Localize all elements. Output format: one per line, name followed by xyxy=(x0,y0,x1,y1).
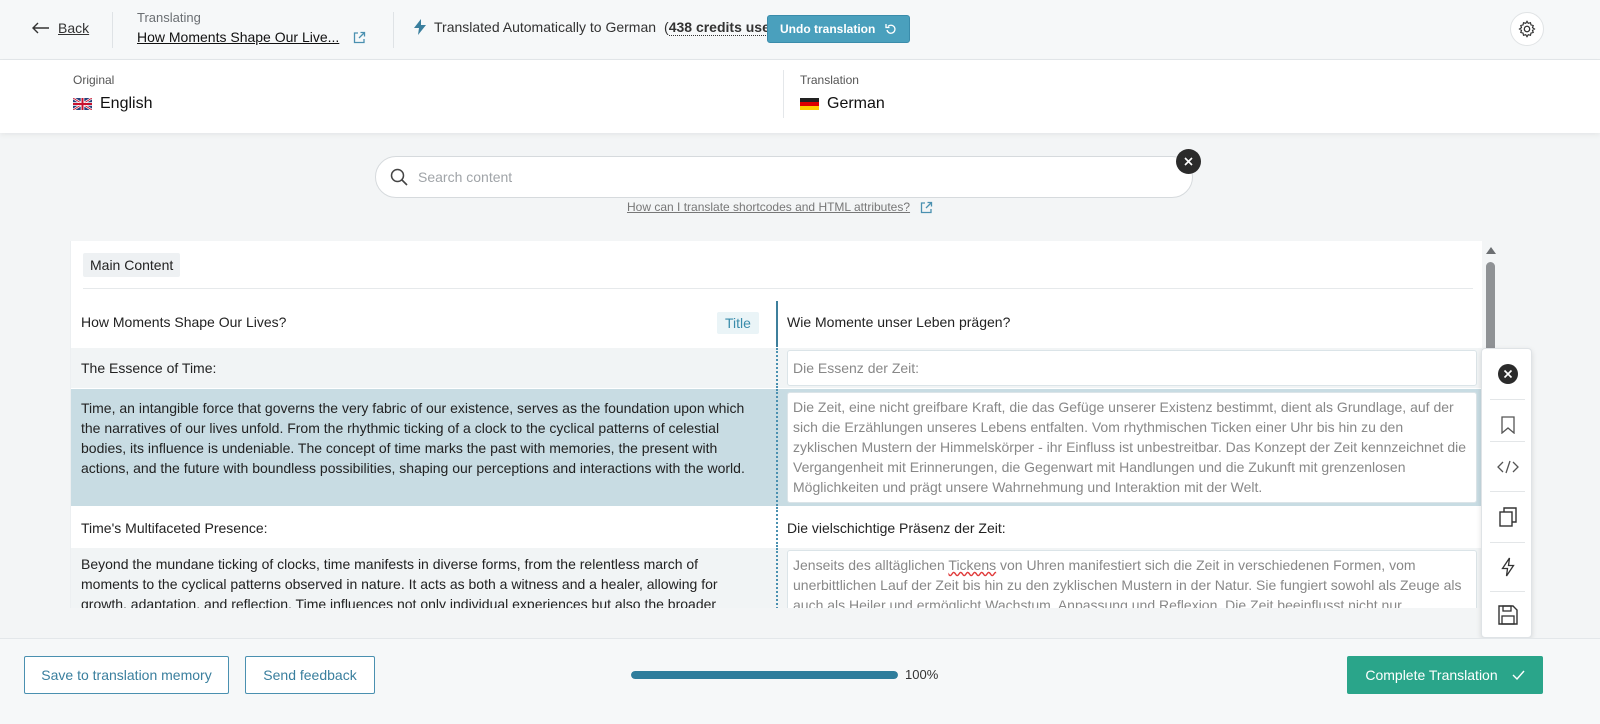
settings-button[interactable] xyxy=(1510,12,1544,46)
source-text: Beyond the mundane ticking of clocks, ti… xyxy=(81,556,718,608)
spelling-error: Tickens xyxy=(948,557,997,573)
original-language: Original English xyxy=(73,73,152,113)
original-label: Original xyxy=(73,73,115,87)
title-tag: Title xyxy=(717,312,759,334)
checkmark-icon xyxy=(1512,670,1525,680)
credits-used: 438 credits used xyxy=(668,19,779,36)
divider xyxy=(393,12,394,48)
undo-label: Undo translation xyxy=(780,22,876,36)
translating-info: Translating How Moments Shape Our Live..… xyxy=(137,10,366,45)
search-box xyxy=(375,156,1193,198)
close-toolbar-button[interactable] xyxy=(1482,349,1533,399)
translation-row: Beyond the mundane ticking of clocks, ti… xyxy=(71,548,1482,608)
lightning-icon xyxy=(1500,557,1515,577)
back-label: Back xyxy=(58,20,90,36)
back-button[interactable]: Back xyxy=(32,20,89,36)
top-bar: Back Translating How Moments Shape Our L… xyxy=(0,0,1600,60)
external-link-icon xyxy=(354,31,366,43)
target-input[interactable]: Die Essenz der Zeit: xyxy=(787,350,1477,386)
feedback-label: Send feedback xyxy=(263,667,357,683)
translation-panel: Main Content How Moments Shape Our Lives… xyxy=(70,241,1482,608)
undo-translation-button[interactable]: Undo translation xyxy=(767,15,911,43)
page-title: How Moments Shape Our Live... xyxy=(137,29,340,45)
divider xyxy=(83,288,1473,289)
send-feedback-button[interactable]: Send feedback xyxy=(245,656,375,694)
progress-label: 100% xyxy=(905,667,939,682)
auto-translation-status: Translated Automatically to German (438 … xyxy=(414,19,783,36)
segment-toolbar xyxy=(1481,348,1532,638)
target-text-before: Jenseits des alltäglichen xyxy=(793,557,949,573)
uk-flag-icon xyxy=(73,98,92,110)
save-to-memory-button[interactable]: Save to translation memory xyxy=(24,656,229,694)
gear-icon xyxy=(1518,20,1536,38)
target-text[interactable]: Die vielschichtige Präsenz der Zeit: xyxy=(787,518,1477,538)
translation-language-name: German xyxy=(827,95,885,112)
credits-wrap: (438 credits used) xyxy=(664,19,783,36)
save-memory-label: Save to translation memory xyxy=(41,667,212,683)
original-language-name: English xyxy=(100,95,153,112)
target-text[interactable]: Wie Momente unser Leben prägen? xyxy=(787,312,1477,332)
translation-row: Time's Multifaceted Presence: Die vielsc… xyxy=(71,507,1482,547)
complete-label: Complete Translation xyxy=(1365,667,1498,683)
source-text: Time's Multifaceted Presence: xyxy=(81,520,268,536)
html-code-button[interactable] xyxy=(1482,442,1533,492)
search-clear-button[interactable] xyxy=(1176,149,1201,174)
translation-language: Translation German xyxy=(800,73,885,113)
row-divider xyxy=(776,389,778,506)
source-text: How Moments Shape Our Lives? xyxy=(81,314,287,330)
bookmark-icon xyxy=(1500,416,1515,434)
auto-text: Translated Automatically to German xyxy=(434,19,657,35)
scrollbar-thumb[interactable] xyxy=(1486,262,1495,362)
scroll-up-arrow[interactable] xyxy=(1486,247,1496,254)
close-icon xyxy=(1497,364,1518,384)
divider xyxy=(112,12,113,48)
translation-row: The Essence of Time: Die Essenz der Zeit… xyxy=(71,348,1482,388)
copy-source-button[interactable] xyxy=(1482,492,1533,542)
source-text: The Essence of Time: xyxy=(81,360,217,376)
row-divider xyxy=(776,548,778,608)
target-input[interactable]: Die Zeit, eine nicht greifbare Kraft, di… xyxy=(787,392,1477,503)
progress-bar xyxy=(631,671,898,679)
help-link-label: How can I translate shortcodes and HTML … xyxy=(627,200,911,214)
source-text: Time, an intangible force that governs t… xyxy=(81,400,745,476)
auto-translate-button[interactable] xyxy=(1482,542,1533,592)
language-bar: Original English Translation German xyxy=(0,60,1600,133)
footer-bar: Save to translation memory Send feedback… xyxy=(0,638,1600,724)
section-tag: Main Content xyxy=(83,253,181,277)
translating-label: Translating xyxy=(137,10,201,25)
translation-label: Translation xyxy=(800,73,859,87)
external-link-icon xyxy=(920,201,933,213)
shortcodes-help-link[interactable]: How can I translate shortcodes and HTML … xyxy=(627,200,933,214)
row-divider xyxy=(776,348,778,388)
translation-row-title: How Moments Shape Our Lives? Title Wie M… xyxy=(71,301,1482,347)
lightning-icon xyxy=(414,19,426,35)
close-icon xyxy=(1184,157,1193,166)
search-input[interactable] xyxy=(418,169,1118,185)
german-flag-icon xyxy=(800,98,819,110)
translation-row-active: Time, an intangible force that governs t… xyxy=(71,389,1482,506)
progress-fill xyxy=(631,671,898,679)
save-icon xyxy=(1497,605,1518,625)
code-icon xyxy=(1496,460,1519,474)
target-input[interactable]: Jenseits des alltäglichen Tickens von Uh… xyxy=(787,550,1477,608)
arrow-left-icon xyxy=(32,22,49,34)
copy-icon xyxy=(1498,507,1517,527)
complete-translation-button[interactable]: Complete Translation xyxy=(1347,656,1543,694)
undo-icon xyxy=(885,24,896,34)
save-segment-button[interactable] xyxy=(1482,590,1533,640)
divider xyxy=(783,70,784,118)
row-divider xyxy=(776,507,778,547)
row-divider xyxy=(776,301,778,347)
page-title-link[interactable]: How Moments Shape Our Live... xyxy=(137,29,366,45)
search-icon xyxy=(390,168,408,186)
